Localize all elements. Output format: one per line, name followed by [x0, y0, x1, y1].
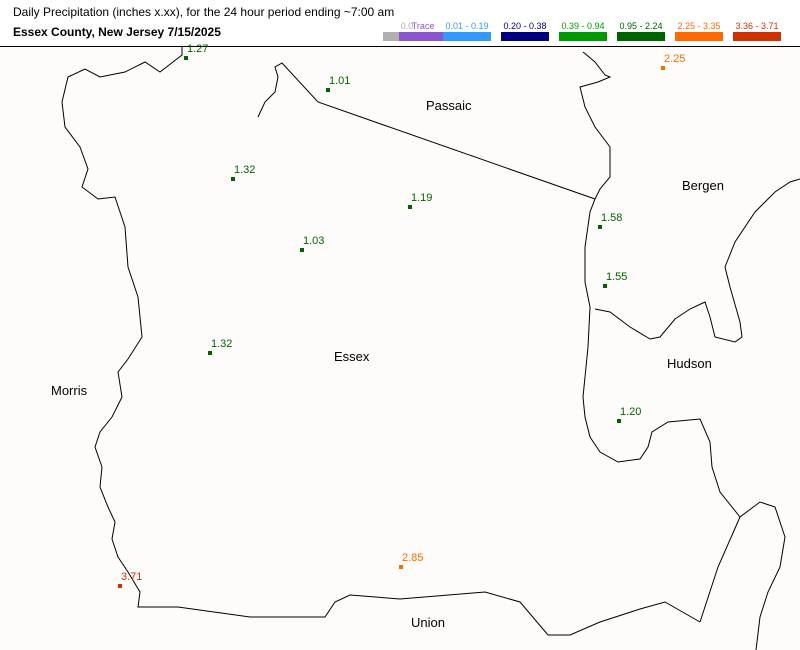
- station-dot: [399, 565, 403, 569]
- station-value: 2.25: [664, 53, 686, 65]
- station-dot: [300, 248, 304, 252]
- station-dot: [208, 351, 212, 355]
- station-value: 1.32: [211, 338, 233, 350]
- station-value: 1.20: [620, 406, 642, 418]
- legend-swatch: [617, 32, 665, 41]
- station-value: 1.27: [187, 43, 209, 55]
- county-boundaries: [61, 47, 800, 650]
- legend-item: 0.20 - 0.38: [498, 19, 552, 43]
- station-dot: [118, 584, 122, 588]
- map-header: Daily Precipitation (inches x.xx), for t…: [0, 0, 800, 47]
- legend-swatch: [733, 32, 781, 41]
- precip-legend: 0.0 Trace 0.01 - 0.19 0.20 - 0.38 0.39 -…: [380, 19, 796, 43]
- hudson-boundary: [594, 178, 800, 343]
- station-dot: [326, 88, 330, 92]
- county-label-hudson: Hudson: [667, 356, 712, 371]
- station-dot: [603, 284, 607, 288]
- station-value: 1.32: [234, 164, 256, 176]
- county-label-essex: Essex: [334, 349, 370, 364]
- station-value: 1.58: [601, 212, 623, 224]
- legend-label: 0.39 - 0.94: [561, 21, 605, 31]
- map-title: Daily Precipitation (inches x.xx), for t…: [13, 5, 395, 19]
- legend-label: 0.01 - 0.19: [445, 21, 489, 31]
- county-map: Passaic Bergen Essex Morris Hudson Union…: [0, 43, 800, 650]
- station-value: 1.55: [606, 271, 628, 283]
- station-dot: [661, 66, 665, 70]
- station-value: 2.85: [402, 552, 424, 564]
- station-dot: [617, 419, 621, 423]
- station-value: 3.71: [121, 571, 143, 583]
- station-value: 1.01: [329, 75, 351, 87]
- county-label-morris: Morris: [51, 383, 88, 398]
- map-subtitle: Essex County, New Jersey 7/15/2025: [13, 25, 221, 39]
- county-label-union: Union: [411, 615, 445, 630]
- essex-boundary: [61, 47, 701, 636]
- legend-item: 3.36 - 3.71: [730, 19, 784, 43]
- legend-label: 3.36 - 3.71: [735, 21, 779, 31]
- county-label-bergen: Bergen: [682, 178, 724, 193]
- legend-swatch: [559, 32, 607, 41]
- station-value: 1.03: [303, 235, 325, 247]
- legend-item: 0.95 - 2.24: [614, 19, 668, 43]
- passaic-boundary: [257, 62, 596, 200]
- station-value: 1.19: [411, 192, 433, 204]
- legend-swatch: [443, 32, 491, 41]
- station-dot: [184, 56, 188, 60]
- island-boundary: [699, 501, 786, 650]
- county-label-passaic: Passaic: [426, 98, 472, 113]
- station-dot: [231, 177, 235, 181]
- legend-swatch: [501, 32, 549, 41]
- legend-label: 2.25 - 3.35: [677, 21, 721, 31]
- legend-item: 2.25 - 3.35: [672, 19, 726, 43]
- legend-label: 0.20 - 0.38: [503, 21, 547, 31]
- station-dot: [598, 225, 602, 229]
- legend-swatch: [675, 32, 723, 41]
- legend-item: 0.01 - 0.19: [440, 19, 494, 43]
- station-dot: [408, 205, 412, 209]
- legend-label: 0.95 - 2.24: [619, 21, 663, 31]
- legend-item: 0.39 - 0.94: [556, 19, 610, 43]
